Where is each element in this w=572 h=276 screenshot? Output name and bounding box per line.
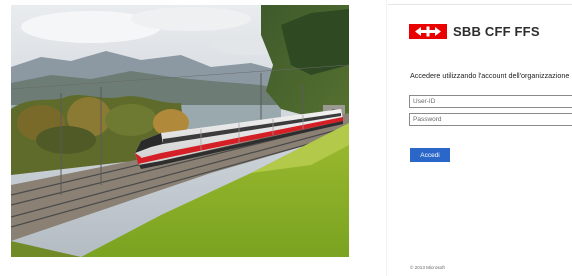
password-input[interactable] xyxy=(409,113,572,126)
footer-copyright: © 2013 Microsoft xyxy=(410,265,445,270)
train-photo-icon xyxy=(11,5,349,257)
top-rule xyxy=(388,4,572,5)
login-heading: Accedere utilizzando l'account dell'orga… xyxy=(410,71,570,80)
swiss-cross-arrows-icon xyxy=(409,24,447,39)
accedi-button[interactable]: Accedi xyxy=(410,148,450,162)
userid-input[interactable] xyxy=(409,95,572,108)
panel-divider xyxy=(386,0,387,276)
login-page: SBB CFF FFS Accedere utilizzando l'accou… xyxy=(0,0,572,276)
logo-wordmark: SBB CFF FFS xyxy=(453,24,540,39)
sbb-logo: SBB CFF FFS xyxy=(409,24,540,39)
hero-photo xyxy=(11,5,349,257)
